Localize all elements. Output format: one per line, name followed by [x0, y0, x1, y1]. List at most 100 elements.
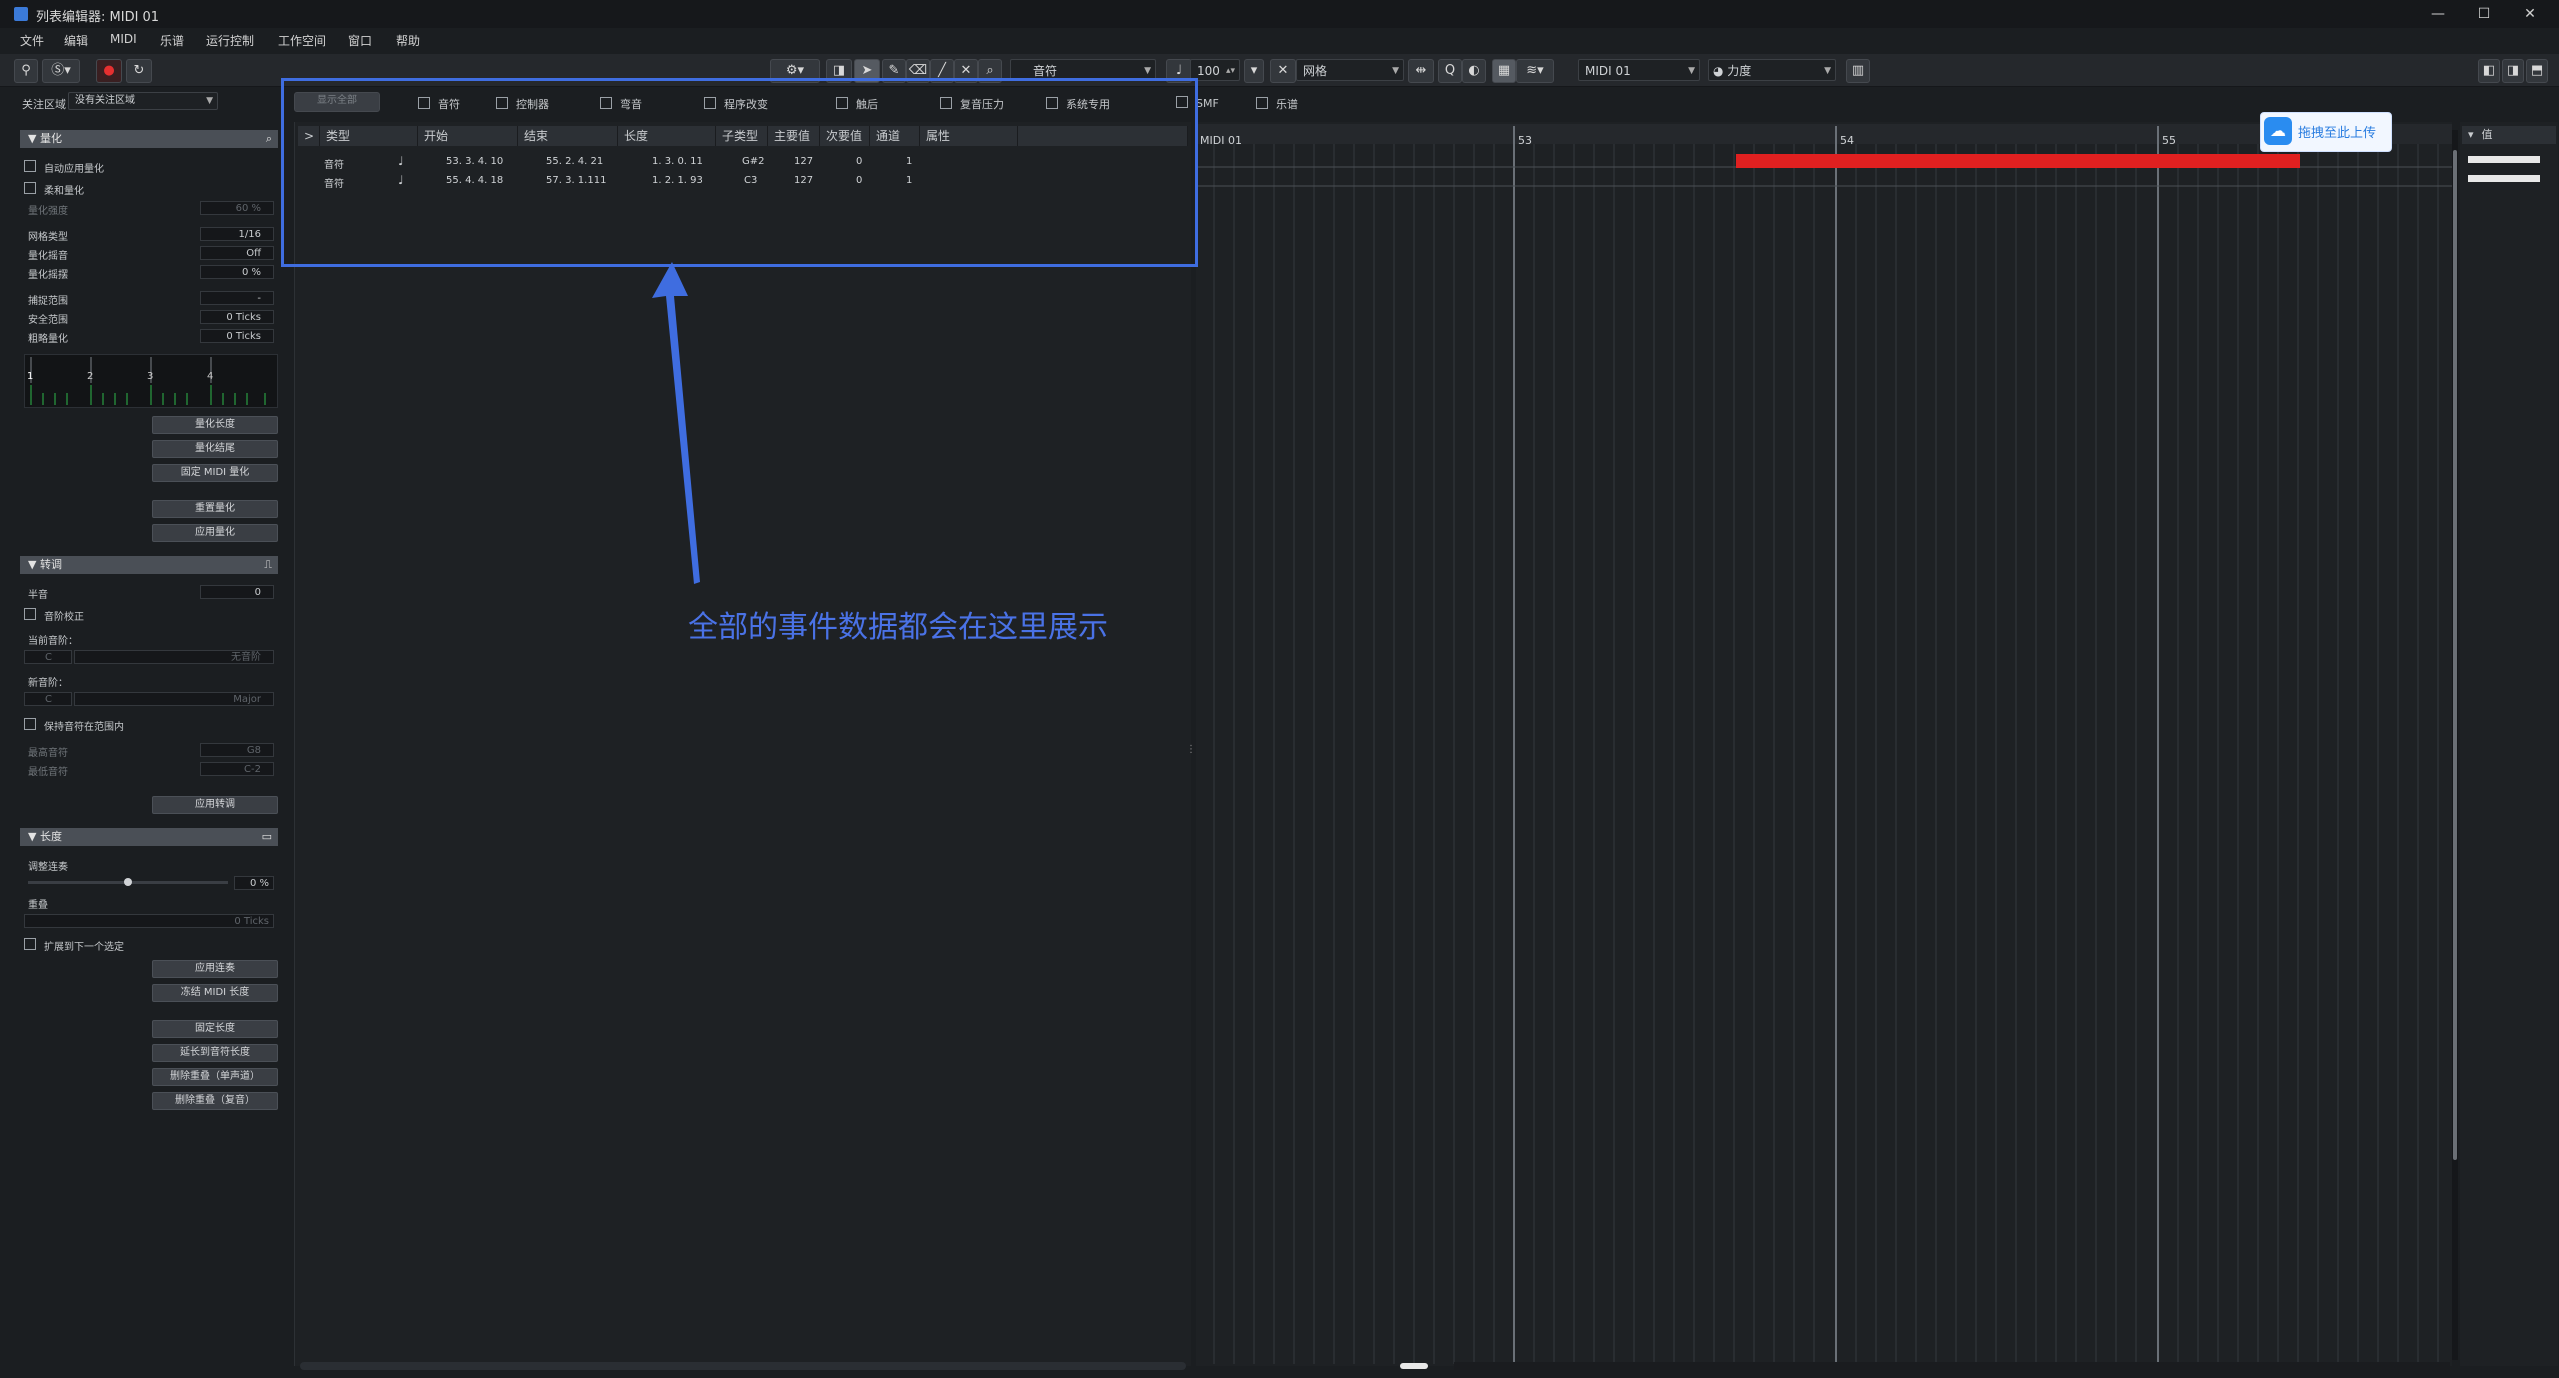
reset-quantize-button[interactable]: 重置量化 — [152, 500, 278, 518]
scale-correct[interactable]: 音阶校正 — [24, 608, 84, 623]
delete-overlap-poly-button[interactable]: 删除重叠（复音） — [152, 1092, 278, 1110]
current-root-select[interactable]: C — [24, 650, 72, 664]
grid-type-label: 网格类型 — [28, 232, 68, 243]
grid-num-2: 2 — [87, 371, 94, 382]
safe-value[interactable]: 0 Ticks — [200, 310, 274, 324]
quantize-grid-display[interactable]: 1 2 3 4 — [24, 354, 278, 408]
q-button-icon[interactable]: Q — [1438, 59, 1462, 83]
panel-bottom-icon[interactable]: ⬒ — [2526, 59, 2548, 83]
piano-icon[interactable]: ▥ — [1846, 59, 1870, 83]
menu-window[interactable]: 窗口 — [348, 32, 372, 49]
random-value[interactable]: 0 Ticks — [200, 329, 274, 343]
apply-legato-button[interactable]: 应用连奏 — [152, 960, 278, 978]
scale-to-note-length-button[interactable]: 延长到音符长度 — [152, 1044, 278, 1062]
menu-workspace[interactable]: 工作空间 — [278, 32, 326, 49]
loop-icon[interactable]: ↻ — [126, 59, 152, 83]
list-horizontal-scrollbar[interactable] — [300, 1362, 1186, 1370]
focus-select[interactable]: 没有关注区域 ▼ — [68, 92, 218, 110]
legato-value[interactable]: 0 % — [234, 876, 274, 890]
freeze-midi-length-button[interactable]: 冻结 MIDI 长度 — [152, 984, 278, 1002]
transpose-section-header[interactable]: ▼ 转调 ⎍ — [20, 556, 278, 574]
track-select[interactable]: MIDI 01 ▼ — [1578, 59, 1700, 81]
grid-num-4: 4 — [207, 371, 214, 382]
value-bar-2[interactable] — [2468, 175, 2540, 182]
quantize-section-header[interactable]: ▼ 量化 ⌕ — [20, 130, 278, 148]
new-root-select[interactable]: C — [24, 692, 72, 706]
scroll-thumb[interactable] — [1400, 1363, 1428, 1369]
solo-icon[interactable]: Ⓢ▾ — [42, 59, 80, 83]
fixed-length-button[interactable]: 固定长度 — [152, 1020, 278, 1038]
quantize-length-button[interactable]: 量化长度 — [152, 416, 278, 434]
grid-icon[interactable]: ▦ — [1492, 59, 1516, 83]
maximize-button[interactable]: ☐ — [2464, 3, 2504, 25]
swing-value[interactable]: Off — [200, 246, 274, 260]
menu-transport[interactable]: 运行控制 — [206, 32, 254, 49]
extend-next[interactable]: 扩展到下一个选定 — [24, 938, 124, 953]
panel-left-icon[interactable]: ◧ — [2478, 59, 2500, 83]
overlap-value[interactable]: 0 Ticks — [24, 914, 274, 928]
high-note-label: 最高音符 — [28, 748, 68, 759]
value-bar-1[interactable] — [2468, 156, 2540, 163]
minimize-button[interactable]: — — [2418, 3, 2458, 25]
capture-label: 捕捉范围 — [28, 296, 68, 307]
apply-quantize-button[interactable]: 应用量化 — [152, 524, 278, 542]
safe-label: 安全范围 — [28, 315, 68, 326]
capture-value[interactable]: - — [200, 291, 274, 305]
midi-note-bar[interactable] — [1736, 154, 2300, 168]
layers-icon[interactable]: ≋▾ — [1516, 59, 1554, 83]
swing2-value[interactable]: 0 % — [200, 265, 274, 279]
grid-type-value[interactable]: 1/16 — [200, 227, 274, 241]
length-section-header[interactable]: ▼ 长度 ▭ — [20, 828, 278, 846]
quantize-dropdown-icon[interactable]: ▾ — [1244, 59, 1264, 83]
fixed-midi-quantize-button[interactable]: 固定 MIDI 量化 — [152, 464, 278, 482]
checkbox[interactable] — [1256, 97, 1268, 109]
current-type-select[interactable]: 无音阶 — [74, 650, 274, 664]
iterative-quantize-icon[interactable]: ◐ — [1462, 59, 1486, 83]
current-scale-label: 当前音阶： — [28, 636, 78, 647]
pin-icon[interactable]: ⚲ — [14, 59, 38, 83]
vertical-scroll-thumb[interactable] — [2453, 150, 2457, 1160]
strength-label: 量化强度 — [28, 206, 68, 217]
close-button[interactable]: ✕ — [2510, 3, 2550, 25]
apply-transpose-button[interactable]: 应用转调 — [152, 796, 278, 814]
highlight-box — [281, 78, 1198, 267]
low-note-label: 最低音符 — [28, 767, 68, 778]
new-type-select[interactable]: Major — [74, 692, 274, 706]
low-note-value[interactable]: C-2 — [200, 762, 274, 776]
keep-range[interactable]: 保持音符在范围内 — [24, 718, 124, 733]
soft-quantize[interactable]: 柔和量化 — [24, 182, 84, 197]
value-header: ▾ 值 — [2462, 126, 2556, 144]
transpose-icon: ⎍ — [264, 558, 272, 571]
menu-help[interactable]: 帮助 — [396, 32, 420, 49]
strength-value[interactable]: 60 % — [200, 201, 274, 215]
delete-overlap-mono-button[interactable]: 删除重叠（单声道） — [152, 1068, 278, 1086]
menu-edit[interactable]: 编辑 — [64, 32, 88, 49]
menu-midi[interactable]: MIDI — [110, 32, 137, 46]
snap-mode-select[interactable]: 网格 ▼ — [1296, 59, 1404, 81]
upload-text[interactable]: 拖拽至此上传 — [2298, 122, 2376, 141]
semitone-value[interactable]: 0 — [200, 585, 274, 599]
roll-horizontal-scrollbar[interactable] — [1454, 1362, 2450, 1370]
menu-file[interactable]: 文件 — [20, 32, 44, 49]
auto-apply-quantize[interactable]: 自动应用量化 — [24, 160, 104, 175]
search-icon: ⌕ — [265, 132, 272, 145]
filter-score[interactable]: 乐谱 — [1256, 96, 1298, 112]
record-icon[interactable]: ● — [96, 59, 122, 83]
menu-score[interactable]: 乐谱 — [160, 32, 184, 49]
snap-line-icon[interactable]: ⇹ — [1408, 59, 1434, 83]
splitter-handle[interactable]: ⋮ — [1186, 744, 1196, 768]
panel-right-icon[interactable]: ◨ — [2502, 59, 2524, 83]
snap-icon[interactable]: ✕ — [1270, 59, 1296, 83]
controller-lane-select[interactable]: ◕ 力度 ▼ — [1708, 59, 1836, 81]
grid-num-1: 1 — [27, 371, 34, 382]
random-label: 粗略量化 — [28, 334, 68, 345]
dropdown-icon: ▾ — [2468, 128, 2474, 141]
legato-slider-handle[interactable] — [124, 878, 132, 886]
cloud-upload-icon[interactable]: ☁ — [2264, 117, 2292, 145]
new-scale-label: 新音阶： — [28, 678, 68, 689]
focus-label: 关注区域 — [22, 98, 66, 111]
quantize-end-button[interactable]: 量化结尾 — [152, 440, 278, 458]
grid-lines — [1196, 124, 2452, 1364]
window-title: 列表编辑器: MIDI 01 — [36, 10, 160, 25]
high-note-value[interactable]: G8 — [200, 743, 274, 757]
